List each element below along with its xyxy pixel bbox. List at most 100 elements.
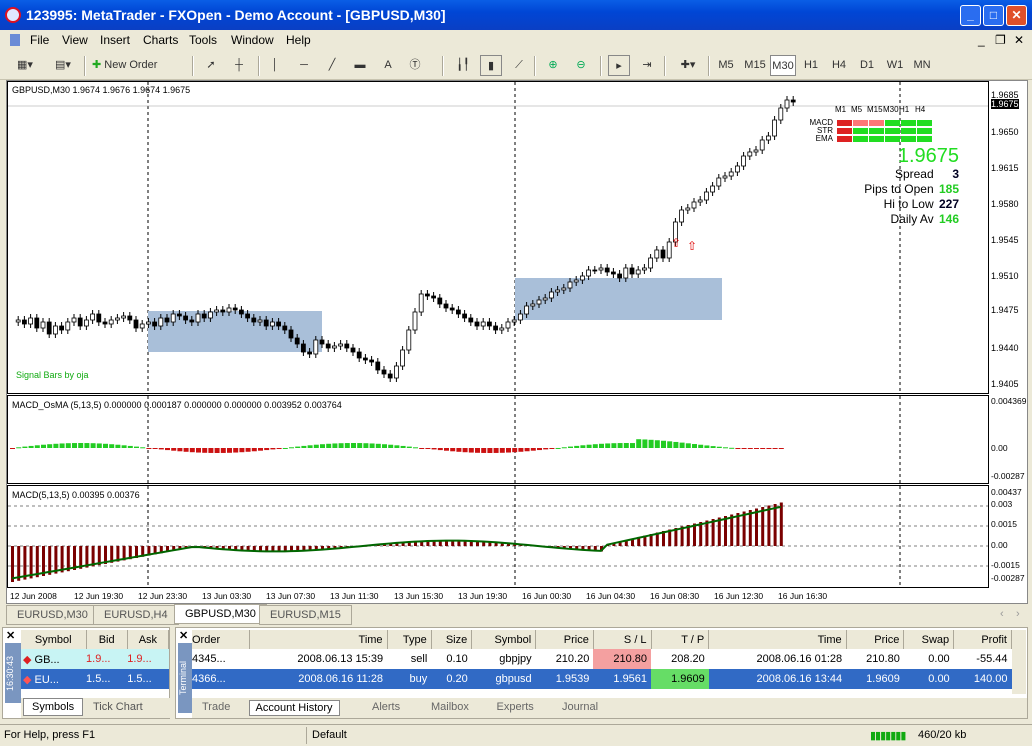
menu-file[interactable]: File — [30, 33, 49, 47]
tab-scroll-right-icon[interactable]: › — [1016, 608, 1020, 620]
bar-chart-icon[interactable]: ╽╿ — [452, 55, 474, 76]
terminal-tab[interactable]: Account History — [248, 700, 340, 716]
price-tick: 1.9615 — [991, 163, 1019, 173]
mdi-restore-icon[interactable]: ❐ — [995, 33, 1006, 47]
candle-body — [375, 361, 381, 371]
macd-panel[interactable]: MACD(5,13,5) 0.00395 0.00376 — [7, 485, 989, 588]
market-watch-close-icon[interactable]: ✕ — [6, 629, 15, 642]
terminal-tab[interactable]: Alerts — [366, 700, 406, 714]
menu-view[interactable]: View — [62, 33, 88, 47]
terminal-row[interactable]: 4345... 2008.06.13 15:39 sell 0.10 gbpjpy 210… — [192, 649, 1012, 669]
menu-charts[interactable]: Charts — [143, 33, 178, 47]
candle-body — [642, 267, 647, 271]
terminal-tab[interactable]: Journal — [556, 700, 604, 714]
terminal-cell: 1.9539 — [555, 673, 590, 685]
time-tick: 13 Jun 03:30 — [202, 591, 252, 601]
tf-h4[interactable]: H4 — [828, 55, 850, 76]
chart-shift-icon[interactable]: ⇥ — [636, 55, 658, 76]
tf-d1[interactable]: D1 — [856, 55, 878, 76]
menu-help[interactable]: Help — [286, 33, 311, 47]
terminal-col-header[interactable]: T / P — [651, 630, 710, 649]
terminal-col-header[interactable]: Order — [192, 630, 251, 649]
autoscroll-icon[interactable]: ▸ — [608, 55, 630, 76]
osma-bar — [326, 443, 332, 448]
tab-eurusd-m30[interactable]: EURUSD,M30 — [6, 605, 99, 625]
tf-m30[interactable]: M30 — [770, 55, 796, 76]
main-chart-panel[interactable]: GBPUSD,M30 1.9674 1.9676 1.9674 1.9675 S… — [7, 81, 989, 394]
terminal-close-icon[interactable]: ✕ — [179, 629, 188, 642]
text-label-icon[interactable]: Ⓣ — [404, 55, 426, 76]
profiles-icon[interactable]: ▤▾ — [48, 55, 78, 76]
osma-bar — [568, 446, 573, 448]
osma-bar — [220, 448, 226, 453]
new-chart-icon[interactable]: ▦▾ — [10, 55, 40, 76]
terminal-col-header[interactable]: Price — [846, 630, 905, 649]
menu-insert[interactable]: Insert — [100, 33, 130, 47]
chart-window[interactable]: GBPUSD,M30 1.9674 1.9676 1.9674 1.9675 S… — [6, 80, 1028, 604]
mw-col-symbol[interactable]: Symbol — [21, 630, 87, 649]
zoom-in-icon[interactable]: ⊕ — [542, 55, 564, 76]
terminal-tab[interactable]: Trade — [196, 700, 236, 714]
mw-ask: 1.5... — [127, 673, 152, 685]
terminal-col-header[interactable]: Type — [387, 630, 432, 649]
tf-m15[interactable]: M15 — [742, 55, 768, 76]
terminal-col-header[interactable]: S / L — [593, 630, 652, 649]
close-button[interactable]: ✕ — [1006, 5, 1027, 26]
mw-bid: 1.5... — [86, 673, 111, 685]
terminal-col-header[interactable]: Size — [431, 630, 473, 649]
tab-eurusd-m15[interactable]: EURUSD,M15 — [259, 605, 352, 625]
menu-window[interactable]: Window — [231, 33, 274, 47]
candle-body — [660, 249, 666, 259]
terminal-col-header[interactable]: Profit — [953, 630, 1012, 649]
candle-body — [462, 313, 468, 319]
osma-bar — [22, 446, 28, 448]
tf-w1[interactable]: W1 — [884, 55, 906, 76]
text-icon[interactable]: A — [378, 55, 398, 76]
terminal-col-header[interactable]: Price — [535, 630, 594, 649]
osma-bar — [165, 448, 170, 451]
terminal-tab[interactable]: Mailbox — [425, 700, 475, 714]
mw-row[interactable]: ◆ EU... 1.5... 1.5... — [21, 669, 169, 689]
maximize-button[interactable]: □ — [983, 5, 1004, 26]
new-order-icon: ✚ — [92, 59, 105, 71]
mw-col-bid[interactable]: Bid — [86, 630, 128, 649]
mw-row[interactable]: ◆ GB... 1.9... 1.9... — [21, 649, 169, 669]
terminal-tab[interactable]: Experts — [491, 700, 540, 714]
menu-tools[interactable]: Tools — [189, 33, 217, 47]
mdi-close-icon[interactable]: ✕ — [1014, 33, 1024, 47]
terminal-panel: ✕ Terminal Order Time Type Size Symbol Price S… — [175, 627, 1028, 719]
tab-gbpusd-m30[interactable]: GBPUSD,M30 — [174, 604, 267, 624]
terminal-col-header[interactable]: Time — [249, 630, 388, 649]
osma-panel[interactable]: MACD_OsMA (5,13,5) 0.000000 0.000187 0.0… — [7, 395, 989, 484]
candle-body — [573, 279, 579, 283]
mw-col-ask[interactable]: Ask — [127, 630, 170, 649]
macd-tick: 0.00437 — [991, 487, 1022, 497]
terminal-col-header[interactable]: Symbol — [471, 630, 537, 649]
mw-tab-symbols[interactable]: Symbols — [23, 698, 84, 716]
candle-body — [325, 343, 331, 349]
candle-chart-icon[interactable]: ▮ — [480, 55, 502, 76]
crosshair-icon[interactable]: ┼ — [228, 55, 250, 76]
cursor-icon[interactable]: ➚ — [202, 55, 220, 76]
terminal-col-header[interactable]: Time — [708, 630, 847, 649]
vertical-line-icon[interactable]: │ — [266, 55, 284, 76]
horizontal-line-icon[interactable]: ─ — [294, 55, 314, 76]
mdi-minimize-icon[interactable]: _ — [978, 33, 985, 47]
macd-bar — [724, 516, 727, 546]
tf-m5[interactable]: M5 — [714, 55, 738, 76]
new-order-button[interactable]: ✚ New Order — [92, 55, 170, 76]
indicators-icon[interactable]: ✚▾ — [674, 55, 702, 76]
tf-mn[interactable]: MN — [910, 55, 934, 76]
terminal-scrollbar[interactable] — [1012, 630, 1026, 694]
tf-h1[interactable]: H1 — [800, 55, 822, 76]
line-chart-icon[interactable]: ⟋ — [508, 55, 530, 76]
minimize-button[interactable]: _ — [960, 5, 981, 26]
zoom-out-icon[interactable]: ⊖ — [570, 55, 592, 76]
tab-scroll-left-icon[interactable]: ‹ — [1000, 608, 1004, 620]
terminal-row[interactable]: 4366... 2008.06.16 11:28 buy 0.20 gbpusd 1.95… — [192, 669, 1012, 689]
mw-tab-tick-chart[interactable]: Tick Chart — [93, 701, 143, 713]
tab-eurusd-h4[interactable]: EURUSD,H4 — [93, 605, 179, 625]
rectangle-icon[interactable]: ▬ — [350, 55, 370, 76]
terminal-col-header[interactable]: Swap — [903, 630, 955, 649]
trendline-icon[interactable]: ╱ — [322, 55, 342, 76]
